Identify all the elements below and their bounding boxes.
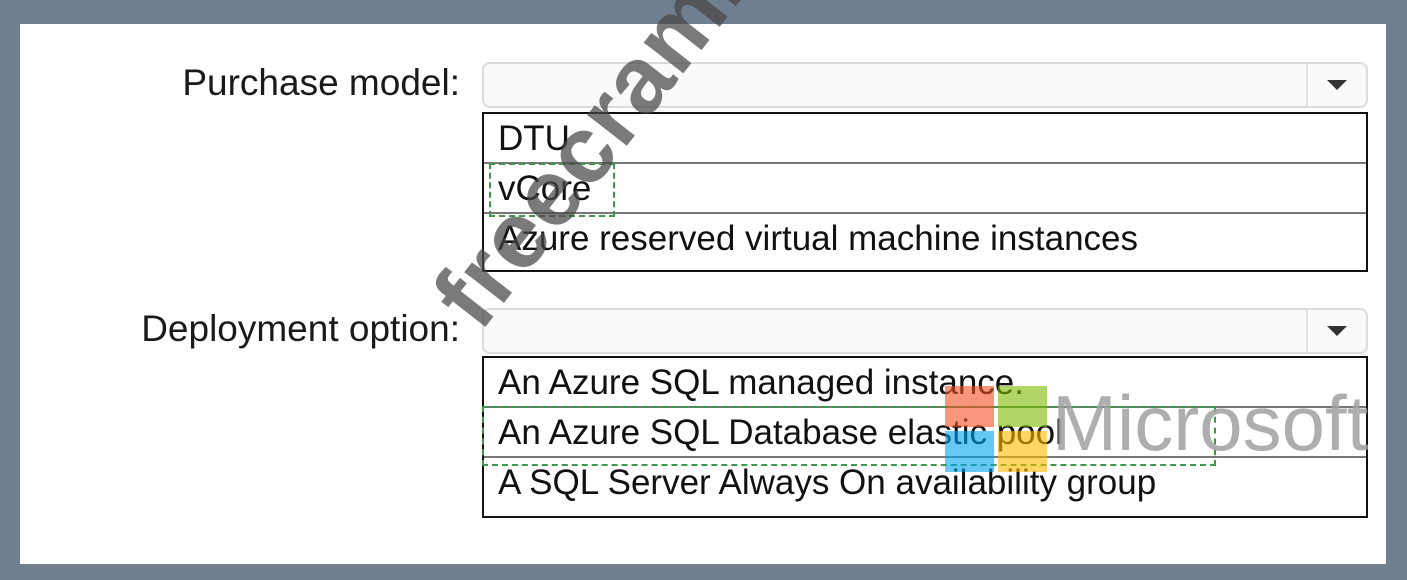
logo-red-square xyxy=(945,386,994,427)
chevron-down-icon xyxy=(1327,80,1347,90)
logo-green-square xyxy=(998,386,1047,427)
purchase-model-option-reserved-vm[interactable]: Azure reserved virtual machine instances xyxy=(484,214,1366,264)
deployment-option-dropdown-button[interactable] xyxy=(1306,310,1366,352)
deployment-option-label: Deployment option: xyxy=(141,308,460,349)
purchase-model-dropdown-button[interactable] xyxy=(1306,64,1366,106)
logo-yellow-square xyxy=(998,431,1047,472)
chevron-down-icon xyxy=(1327,326,1347,336)
logo-blue-square xyxy=(945,431,994,472)
purchase-model-label: Purchase model: xyxy=(182,62,460,103)
deployment-option-select[interactable] xyxy=(482,308,1368,354)
microsoft-watermark-text: Microsoft xyxy=(1052,379,1369,467)
microsoft-logo-icon xyxy=(945,386,1047,472)
